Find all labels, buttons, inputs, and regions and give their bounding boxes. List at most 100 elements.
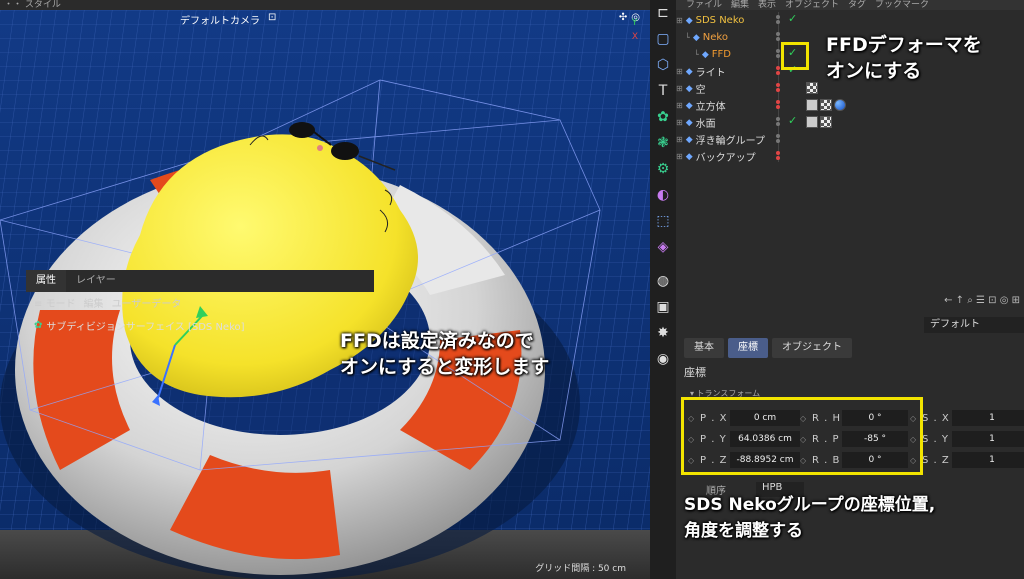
menu-userdata[interactable]: ユーザーデータ — [112, 295, 182, 310]
object-name[interactable]: バックアップ — [696, 149, 756, 164]
preset-dropdown[interactable]: デフォルト — [924, 317, 1024, 333]
display-tag-icon[interactable] — [806, 116, 818, 128]
viewport-menubar[interactable]: ・・ スタイル — [0, 0, 650, 10]
tab-layers[interactable]: レイヤー — [66, 270, 126, 292]
texture-tag-icon[interactable] — [820, 116, 832, 128]
attribute-nav-icons[interactable]: ← ↑ ⌕ ☰ ⊡ ◎ ⊞ — [944, 295, 1020, 306]
coord-label: S . Y — [922, 433, 949, 445]
editor-visibility-dot[interactable] — [776, 100, 780, 104]
render-visibility-dot[interactable] — [776, 20, 780, 24]
visibility-dots[interactable] — [776, 49, 780, 58]
cube-icon[interactable]: ⬡ — [650, 52, 676, 78]
menu-mode[interactable]: ≡ モード — [34, 295, 76, 310]
object-row[interactable]: ⊞ ◆ 立方体 — [676, 97, 1024, 114]
visibility-dots[interactable] — [776, 32, 780, 41]
object-row[interactable]: ⊞ ◆ SDS Neko ✓ — [676, 12, 1024, 29]
menu-mode-label: モード — [45, 298, 76, 310]
expand-icon[interactable]: ⊞ — [676, 101, 683, 110]
object-type-icon: ◆ — [685, 134, 693, 145]
coords-annotation-line-2: 角度を調整する — [684, 521, 803, 541]
rectangle-select-icon[interactable]: ▢ — [650, 26, 676, 52]
coord-value-field[interactable]: 1 — [952, 452, 1024, 468]
scene-icon[interactable]: ◍ — [650, 268, 676, 294]
expand-icon[interactable]: ⊞ — [676, 84, 683, 93]
expand-icon[interactable]: └ — [685, 33, 690, 42]
expand-icon[interactable]: ⊞ — [676, 152, 683, 161]
camera-tool-icon[interactable]: ▣ — [650, 294, 676, 320]
object-manager-menu[interactable]: ファイル 編集 表示 オブジェクト タグ ブックマーク — [676, 0, 1024, 10]
object-row[interactable]: ⊞ ◆ バックアップ — [676, 148, 1024, 165]
editor-visibility-dot[interactable] — [776, 15, 780, 19]
coord-value-field[interactable]: 1 — [952, 410, 1024, 426]
object-name[interactable]: FFD — [712, 49, 731, 60]
object-name[interactable]: 水面 — [696, 115, 716, 130]
object-type-icon: ◆ — [685, 66, 693, 77]
camera-label[interactable]: デフォルトカメラ — [180, 12, 260, 27]
display-tag-icon[interactable] — [806, 99, 818, 111]
texture-tag-icon[interactable] — [820, 99, 832, 111]
expand-icon[interactable]: ⊞ — [676, 135, 683, 144]
camera-icon[interactable]: ⊡ — [268, 12, 276, 27]
render-visibility-dot[interactable] — [776, 37, 780, 41]
expand-icon[interactable]: └ — [694, 50, 699, 59]
render-visibility-dot[interactable] — [776, 105, 780, 109]
text-tool-icon[interactable]: T — [650, 78, 676, 104]
object-name[interactable]: Neko — [703, 32, 728, 43]
texture-tag-icon[interactable] — [806, 82, 818, 94]
section-title: 座標 — [684, 366, 706, 379]
visibility-dots[interactable] — [776, 15, 780, 24]
editor-visibility-dot[interactable] — [776, 32, 780, 36]
editor-visibility-dot[interactable] — [776, 151, 780, 155]
editor-visibility-dot[interactable] — [776, 134, 780, 138]
visibility-dots[interactable] — [776, 151, 780, 160]
visibility-dots[interactable] — [776, 100, 780, 109]
material-tag-icon[interactable] — [834, 99, 846, 111]
field-icon[interactable]: ⬚ — [650, 208, 676, 234]
render-visibility-dot[interactable] — [776, 88, 780, 92]
visibility-dots[interactable] — [776, 134, 780, 143]
subtab-1[interactable]: 座標 — [728, 338, 768, 358]
visibility-dots[interactable] — [776, 66, 780, 75]
object-row[interactable]: ⊞ ◆ 水面 ✓ — [676, 114, 1024, 131]
subtab-0[interactable]: 基本 — [684, 338, 724, 358]
light-tool-icon[interactable]: ✸ — [650, 320, 676, 346]
coord-cell: ◇ S . X1 — [910, 410, 1024, 426]
subtab-2[interactable]: オブジェクト — [772, 338, 852, 358]
generator-icon[interactable]: ✿ — [650, 104, 676, 130]
enable-check-icon[interactable]: ✓ — [788, 12, 797, 25]
expand-icon[interactable]: ⊞ — [676, 67, 683, 76]
editor-visibility-dot[interactable] — [776, 66, 780, 70]
object-name[interactable]: SDS Neko — [696, 15, 745, 26]
volume-icon[interactable]: ◈ — [650, 234, 676, 260]
object-type-icon: ◆ — [685, 100, 693, 111]
coord-value-field[interactable]: 1 — [952, 431, 1024, 447]
editor-visibility-dot[interactable] — [776, 117, 780, 121]
move-view-icon[interactable]: ✣ — [619, 12, 627, 23]
visibility-dots[interactable] — [776, 117, 780, 126]
editor-visibility-dot[interactable] — [776, 49, 780, 53]
editor-visibility-dot[interactable] — [776, 83, 780, 87]
render-visibility-dot[interactable] — [776, 139, 780, 143]
expand-icon[interactable]: ⊞ — [676, 118, 683, 127]
render-visibility-dot[interactable] — [776, 71, 780, 75]
visibility-dots[interactable] — [776, 83, 780, 92]
menu-edit[interactable]: 編集 — [84, 295, 104, 310]
tab-attributes[interactable]: 属性 — [26, 270, 66, 292]
render-visibility-dot[interactable] — [776, 122, 780, 126]
coord-cell: ◇ S . Z1 — [910, 452, 1024, 468]
deformer-icon[interactable]: ◐ — [650, 182, 676, 208]
object-name[interactable]: 空 — [696, 81, 706, 96]
object-name[interactable]: 浮き輪グループ — [696, 132, 765, 147]
render-icon[interactable]: ◉ — [650, 346, 676, 372]
expand-icon[interactable]: ⊞ — [676, 16, 683, 25]
object-name[interactable]: ライト — [696, 64, 726, 79]
layout-icon[interactable]: ⊏ — [650, 0, 676, 26]
enable-check-icon[interactable]: ✓ — [788, 114, 797, 127]
render-visibility-dot[interactable] — [776, 54, 780, 58]
cloner-icon[interactable]: ❃ — [650, 130, 676, 156]
render-visibility-dot[interactable] — [776, 156, 780, 160]
object-row[interactable]: ⊞ ◆ 浮き輪グループ — [676, 131, 1024, 148]
object-name-cell: ⊞ ◆ ライト — [676, 64, 772, 80]
object-name[interactable]: 立方体 — [696, 98, 726, 113]
gear-deformer-icon[interactable]: ⚙ — [650, 156, 676, 182]
